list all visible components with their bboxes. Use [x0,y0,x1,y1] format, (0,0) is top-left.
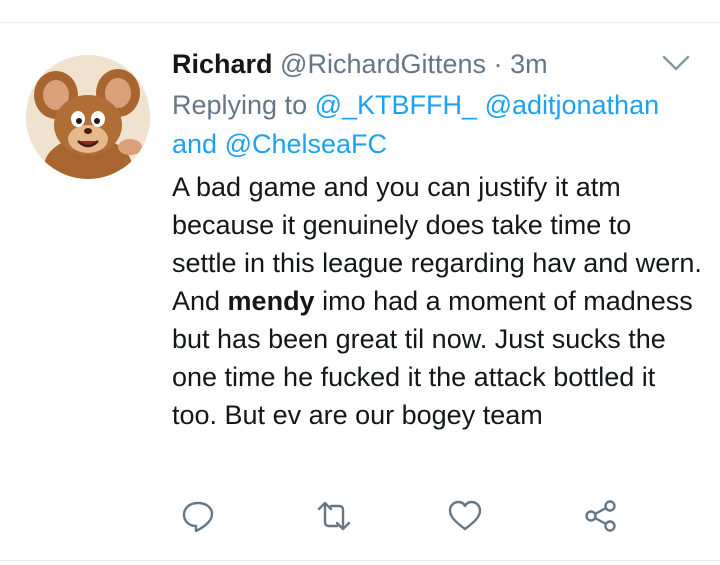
tweet-text-bold: mendy [227,286,315,316]
like-icon[interactable] [447,498,483,534]
action-bar [0,498,720,534]
bottom-divider [0,560,720,561]
tweet-text: A bad game and you can justify it atm be… [172,168,702,434]
tweet-header: Richard @RichardGittens · 3m [172,46,548,82]
mention-link[interactable]: @aditjonathan [485,90,660,120]
timestamp[interactable]: 3m [510,49,548,79]
separator-dot: · [493,49,503,79]
replying-prefix: Replying to [172,90,308,120]
avatar-image [26,55,150,179]
replying-to: Replying to @_KTBFFH_ @aditjonathan and … [172,86,692,164]
handle[interactable]: @RichardGittens [280,49,486,79]
display-name[interactable]: Richard [172,49,273,79]
mention-link[interactable]: @ChelseaFC [225,129,387,159]
mention-link[interactable]: @_KTBFFH_ [315,90,477,120]
retweet-icon[interactable] [316,498,352,534]
chevron-down-icon[interactable] [660,50,692,76]
reply-icon[interactable] [180,498,216,534]
and-others-link[interactable]: and [172,129,217,159]
avatar[interactable] [26,55,150,179]
top-divider [0,22,720,23]
share-icon[interactable] [583,498,619,534]
